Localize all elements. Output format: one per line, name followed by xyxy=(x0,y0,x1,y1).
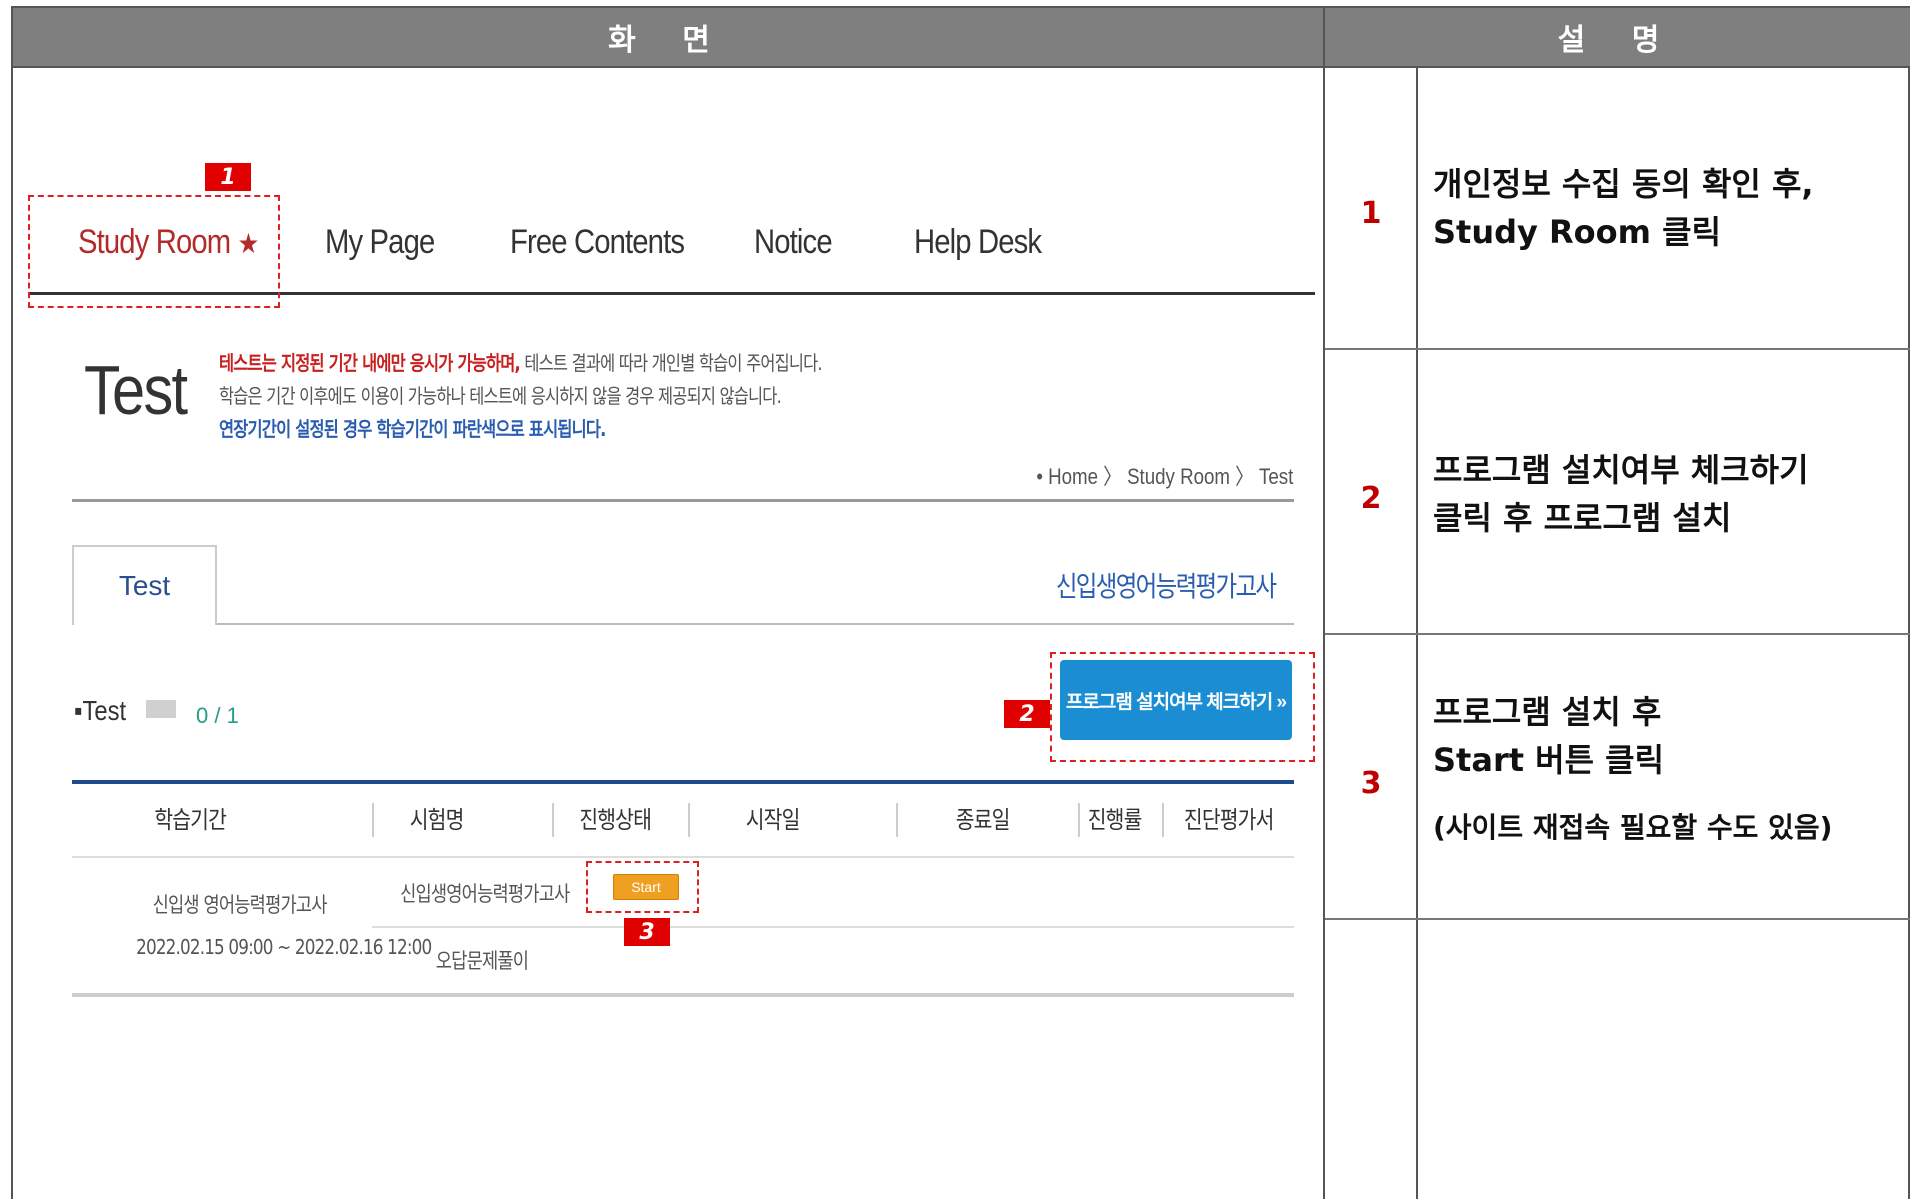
review-exam-name[interactable]: 오답문제풀이 xyxy=(436,945,529,975)
highlight-box xyxy=(28,195,280,308)
column-separator xyxy=(896,803,898,837)
step-description: 프로그램 설치여부 체크하기 클릭 후 프로그램 설치 xyxy=(1433,446,1903,542)
column-separator xyxy=(372,803,374,837)
nav-free-contents[interactable]: Free Contents xyxy=(510,223,685,262)
step-line: 프로그램 설치 후 xyxy=(1433,693,1662,731)
page-title: Test xyxy=(84,351,188,429)
notice-line-blue: 연장기간이 설정된 경우 학습기간이 파란색으로 표시됩니다. xyxy=(219,417,606,441)
step-number: 3 xyxy=(1360,765,1382,801)
column-separator xyxy=(1078,803,1080,837)
breadcrumb: • Home 〉 Study Room 〉 Test xyxy=(1035,464,1293,489)
nav-help-desk[interactable]: Help Desk xyxy=(914,223,1042,262)
progress-text: 0 / 1 xyxy=(196,703,239,728)
test-label: ▪Test xyxy=(74,695,127,726)
column-header: 진행상태 xyxy=(579,806,652,834)
column-header: 학습기간 xyxy=(154,806,227,834)
step-number: 2 xyxy=(1360,480,1382,516)
step-marker: 3 xyxy=(624,918,670,946)
table-bottom-border xyxy=(72,993,1294,997)
step-marker: 1 xyxy=(205,163,251,191)
step-line: 개인정보 수집 동의 확인 후, xyxy=(1433,165,1814,203)
notice-highlight: 테스트는 지정된 기간 내에만 응시가 가능하며, xyxy=(219,351,521,375)
period-name: 신입생 영어능력평가고사 xyxy=(152,893,328,917)
nav-notice[interactable]: Notice xyxy=(754,223,833,262)
column-header: 종료일 xyxy=(955,806,1011,834)
column-header: 진행률 xyxy=(1087,806,1143,834)
row-divider xyxy=(1325,918,1910,920)
tab-test[interactable]: Test xyxy=(72,545,217,625)
header-screen: 화 면 xyxy=(13,8,1323,66)
nav-my-page[interactable]: My Page xyxy=(325,223,435,262)
column-header: 시험명 xyxy=(409,806,465,834)
column-header: 시작일 xyxy=(745,806,801,834)
table-top-border xyxy=(72,780,1294,784)
highlight-box xyxy=(586,861,699,913)
course-title: 신입생영어능력평가고사 xyxy=(1055,570,1276,603)
step-note: (사이트 재접속 필요할 수도 있음) xyxy=(1433,811,1833,844)
step-line: 프로그램 설치여부 체크하기 xyxy=(1433,451,1809,489)
column-header: 진단평가서 xyxy=(1183,806,1274,834)
step-line: Start 버튼 클릭 xyxy=(1433,741,1665,779)
step-description: 개인정보 수집 동의 확인 후, Study Room 클릭 xyxy=(1433,160,1903,256)
step-description: 프로그램 설치 후 Start 버튼 클릭 (사이트 재접속 필요할 수도 있음… xyxy=(1433,688,1903,848)
step-line: 클릭 후 프로그램 설치 xyxy=(1433,499,1732,537)
highlight-box xyxy=(1050,652,1315,762)
notice-line: 학습은 기간 이후에도 이용이 가능하나 테스트에 응시하지 않을 경우 제공되… xyxy=(219,384,782,408)
column-separator xyxy=(688,803,690,837)
notice-line: 테스트 결과에 따라 개인별 학습이 주어집니다. xyxy=(519,351,822,375)
column-separator xyxy=(552,803,554,837)
divider xyxy=(217,623,1294,625)
table-row-divider xyxy=(372,926,1294,928)
header-description: 설 명 xyxy=(1323,8,1910,66)
divider xyxy=(72,499,1294,502)
notice-text: 테스트는 지정된 기간 내에만 응시가 가능하며, 테스트 결과에 따라 개인별… xyxy=(219,347,823,446)
exam-name: 신입생영어능력평가고사 xyxy=(400,882,570,906)
header-divider xyxy=(13,66,1910,68)
row-divider xyxy=(1325,348,1910,350)
step-line: Study Room 클릭 xyxy=(1433,213,1722,251)
row-divider xyxy=(1325,633,1910,635)
step-number: 1 xyxy=(1360,195,1382,231)
website-screenshot: Study Room ★ My Page Free Contents Notic… xyxy=(28,195,1315,1057)
progress-bar xyxy=(146,700,176,718)
test-label-text: Test xyxy=(82,695,127,726)
period-dates: 2022.02.15 09:00 ~ 2022.02.16 12:00 xyxy=(136,935,432,959)
column-separator xyxy=(1162,803,1164,837)
step-marker: 2 xyxy=(1004,700,1050,728)
table-row-divider xyxy=(72,856,1294,858)
